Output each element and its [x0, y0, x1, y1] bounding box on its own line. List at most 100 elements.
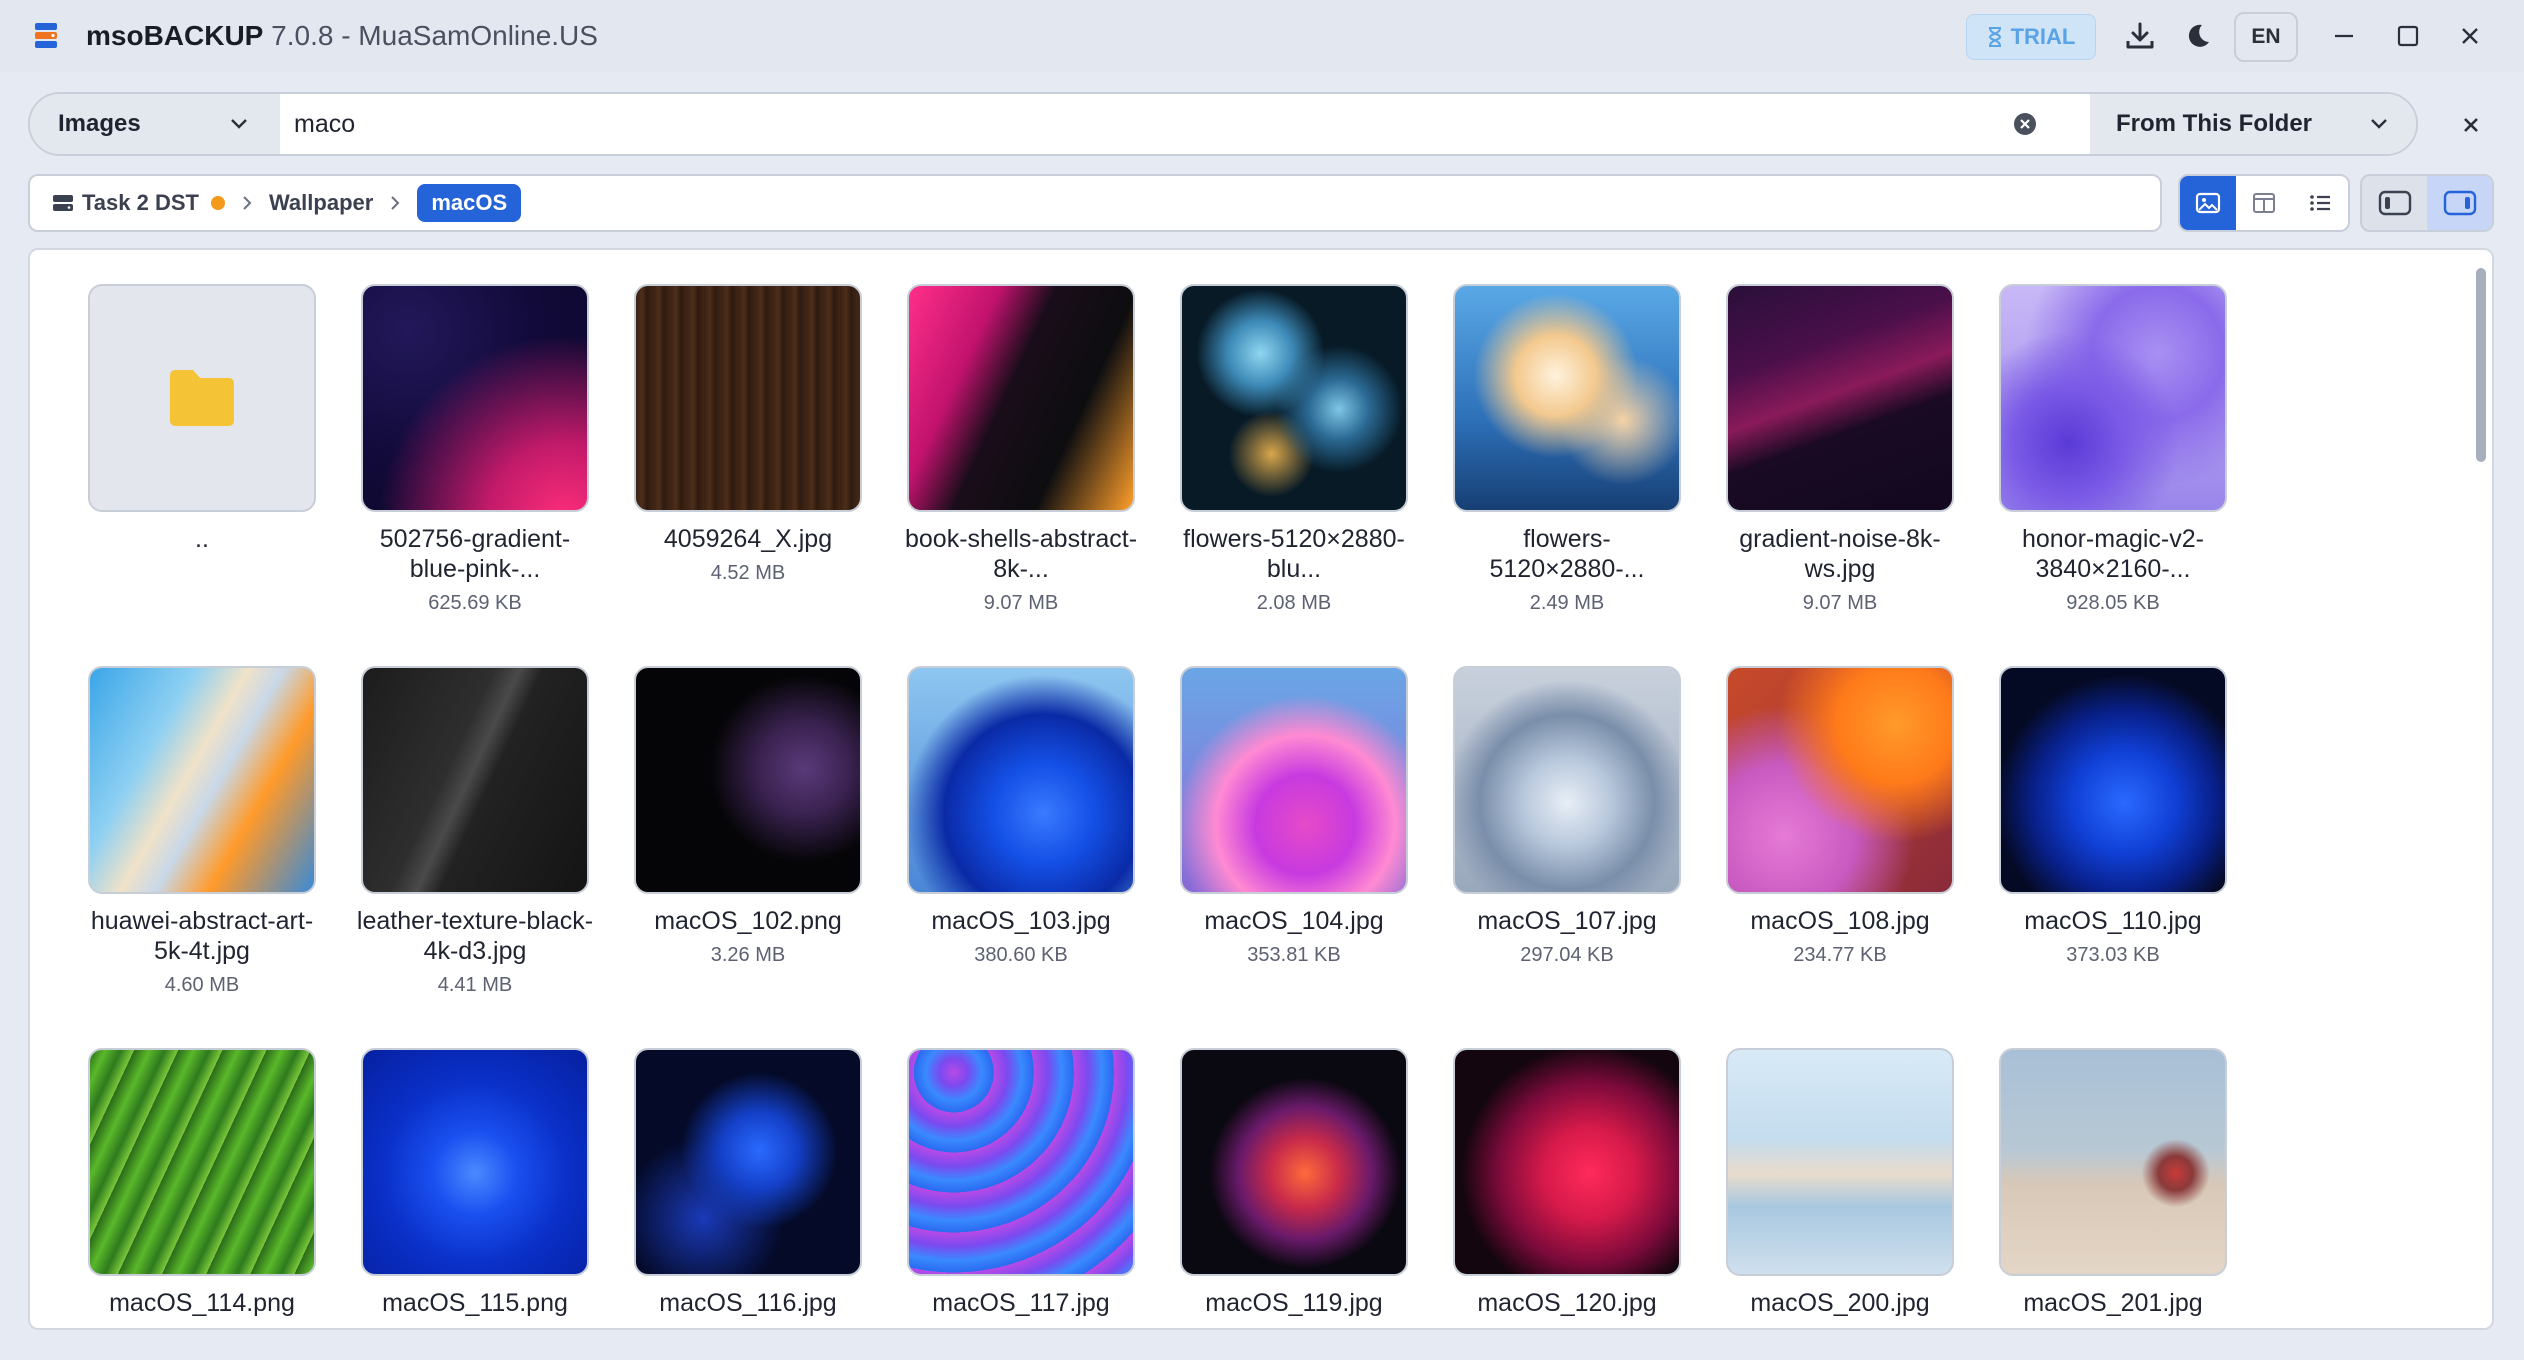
file-thumbnail [361, 284, 589, 512]
file-tile[interactable]: flowers-5120×2880-blu... 2.08 MB [1170, 284, 1418, 615]
moon-icon [2188, 24, 2209, 47]
breadcrumb-item-current[interactable]: macOS [417, 184, 522, 222]
file-thumbnail [1726, 1048, 1954, 1276]
chevron-down-icon [2371, 119, 2387, 129]
file-size: 4.52 MB [710, 562, 786, 584]
chevron-down-icon [231, 119, 247, 129]
file-tile[interactable]: macOS_110.jpg 373.03 KB [1989, 666, 2237, 967]
file-tile[interactable]: flowers-5120×2880-... 2.49 MB [1443, 284, 1691, 615]
toggle-right-panel-button[interactable] [2427, 176, 2492, 230]
minimize-icon [2335, 34, 2353, 38]
chevron-right-icon [243, 196, 252, 210]
left-panel-icon [2378, 190, 2411, 216]
file-thumbnail [634, 1048, 862, 1276]
file-type-select[interactable]: Images [30, 94, 280, 154]
file-thumbnail [1180, 284, 1408, 512]
file-thumbnail [907, 1048, 1135, 1276]
file-name: macOS_104.jpg [1204, 907, 1384, 935]
file-size: 234.77 KB [1793, 944, 1887, 966]
breadcrumb: Task 2 DST Wallpaper macOS [28, 174, 2162, 232]
search-input[interactable] [294, 94, 1984, 154]
language-button[interactable]: EN [2234, 12, 2298, 62]
file-thumbnail [1453, 1048, 1681, 1276]
breadcrumb-item-wallpaper[interactable]: Wallpaper [269, 190, 373, 216]
file-name: macOS_102.png [654, 907, 842, 935]
file-tile[interactable]: leather-texture-black-4k-d3.jpg 4.41 MB [351, 666, 599, 997]
trial-button[interactable]: TRIAL [1966, 14, 2096, 60]
close-search-icon[interactable] [2454, 108, 2488, 142]
maximize-button[interactable] [2388, 16, 2428, 56]
list-icon [2310, 195, 2330, 211]
file-name: macOS_201.jpg [2023, 1289, 2203, 1317]
file-size: 373.03 KB [2066, 944, 2160, 966]
file-name: macOS_114.png [109, 1289, 295, 1317]
columns-icon [2253, 193, 2275, 213]
file-name: flowers-5120×2880-... [1489, 525, 1645, 583]
file-size: 353.81 KB [1247, 944, 1341, 966]
file-name: macOS_103.jpg [931, 907, 1111, 935]
breadcrumb-label: Wallpaper [268, 190, 374, 215]
file-size: 3.26 MB [710, 944, 786, 966]
file-thumbnail [907, 284, 1135, 512]
status-dot [210, 196, 225, 210]
file-tile[interactable]: macOS_117.jpg [897, 1048, 1145, 1318]
file-name: macOS_119.jpg [1205, 1289, 1383, 1317]
minimize-button[interactable] [2324, 16, 2364, 56]
file-thumbnail [361, 1048, 589, 1276]
download-button[interactable] [2120, 16, 2160, 56]
file-thumbnail [634, 284, 862, 512]
file-name: leather-texture-black-4k-d3.jpg [356, 907, 594, 965]
file-grid: .. 502756-gradient-blue-pink-... 625.69 … [28, 248, 2494, 1330]
file-tile[interactable]: macOS_200.jpg [1716, 1048, 1964, 1318]
file-name: macOS_120.jpg [1477, 1289, 1657, 1317]
file-thumbnail [1453, 666, 1681, 894]
trial-label: TRIAL [2010, 24, 2076, 49]
file-tile[interactable]: macOS_116.jpg [624, 1048, 872, 1318]
vertical-scrollbar[interactable] [2474, 260, 2488, 1320]
file-tile[interactable]: gradient-noise-8k-ws.jpg 9.07 MB [1716, 284, 1964, 615]
right-panel-icon [2443, 190, 2476, 216]
dark-mode-toggle[interactable] [2178, 16, 2218, 56]
view-thumbnails-button[interactable] [2180, 176, 2236, 230]
file-thumbnail [361, 666, 589, 894]
file-name: macOS_108.jpg [1750, 907, 1930, 935]
view-columns-button[interactable] [2236, 176, 2292, 230]
view-list-button[interactable] [2292, 176, 2348, 230]
close-window-button[interactable] [2450, 16, 2490, 56]
panel-toggle-group [2360, 174, 2494, 232]
file-tile[interactable]: macOS_120.jpg [1443, 1048, 1691, 1318]
file-tile[interactable]: 4059264_X.jpg 4.52 MB [624, 284, 872, 585]
file-tile[interactable]: huawei-abstract-art-5k-4t.jpg 4.60 MB [78, 666, 326, 997]
breadcrumb-item-task[interactable]: Task 2 DST [52, 190, 225, 216]
file-thumbnail [1999, 284, 2227, 512]
window-title: msoBACKUP 7.0.8 - MuaSamOnline.US [86, 18, 598, 54]
clear-search-icon[interactable] [2012, 111, 2038, 137]
file-tile[interactable]: macOS_201.jpg [1989, 1048, 2237, 1318]
file-tile[interactable]: macOS_102.png 3.26 MB [624, 666, 872, 967]
file-tile-parent[interactable]: .. [78, 284, 326, 554]
toggle-left-panel-button[interactable] [2362, 176, 2427, 230]
file-thumbnail [1999, 1048, 2227, 1276]
file-tile[interactable]: macOS_103.jpg 380.60 KB [897, 666, 1145, 967]
file-tile[interactable]: macOS_119.jpg [1170, 1048, 1418, 1318]
file-tile[interactable]: 502756-gradient-blue-pink-... 625.69 KB [351, 284, 599, 615]
file-tile[interactable]: macOS_108.jpg 234.77 KB [1716, 666, 1964, 967]
file-tile[interactable]: macOS_104.jpg 353.81 KB [1170, 666, 1418, 967]
file-tile[interactable]: macOS_115.png [351, 1048, 599, 1318]
file-tile[interactable]: macOS_107.jpg 297.04 KB [1443, 666, 1691, 967]
file-tile[interactable]: macOS_114.png [78, 1048, 326, 1318]
file-name: macOS_116.jpg [659, 1289, 837, 1317]
app-name: msoBACKUP [86, 20, 264, 51]
file-name: macOS_117.jpg [932, 1289, 1110, 1317]
file-name: .. [195, 525, 209, 553]
file-size: 2.49 MB [1529, 592, 1605, 614]
scrollbar-thumb[interactable] [2476, 268, 2486, 462]
file-tile[interactable]: honor-magic-v2-3840×2160-... 928.05 KB [1989, 284, 2237, 615]
file-thumbnail [1726, 284, 1954, 512]
file-name: 4059264_X.jpg [663, 525, 833, 553]
file-tile[interactable]: book-shells-abstract-8k-... 9.07 MB [897, 284, 1145, 615]
file-name: macOS_200.jpg [1750, 1289, 1930, 1317]
search-scope-select[interactable]: From This Folder [2090, 94, 2416, 154]
close-icon [2462, 28, 2478, 44]
title-bar: msoBACKUP 7.0.8 - MuaSamOnline.US TRIAL … [0, 0, 2524, 72]
